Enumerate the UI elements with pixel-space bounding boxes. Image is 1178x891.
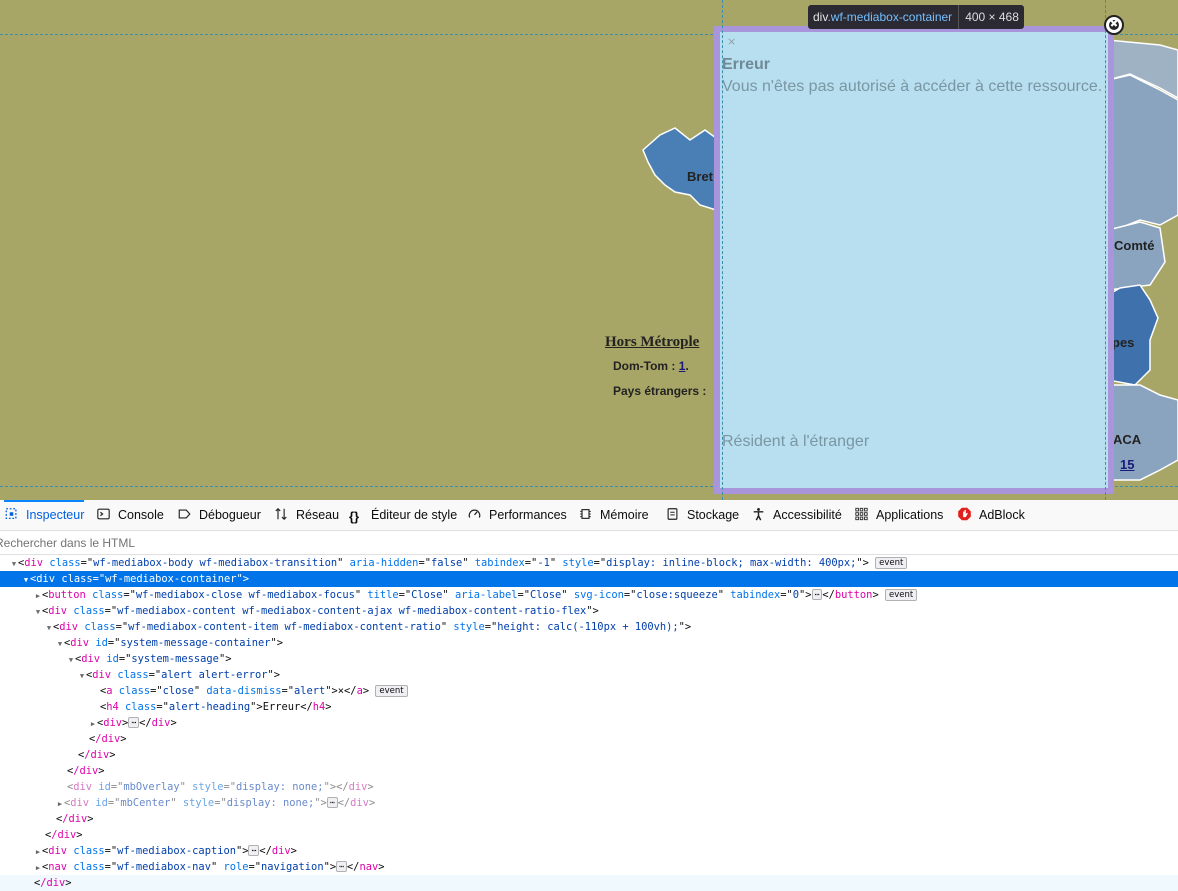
markup-search-row	[0, 531, 1178, 555]
map-label-franche-comte: Comté	[1114, 238, 1155, 253]
debugger-icon	[178, 509, 191, 519]
expand-toggle-icon[interactable]: ▼	[56, 636, 64, 652]
mediabox-close-button[interactable]: ✖	[1104, 15, 1124, 35]
tree-node-mediabox-body[interactable]: ▼ <div class="wf-mediabox-body wf-mediabo…	[0, 555, 1178, 571]
network-icon	[275, 507, 287, 521]
tab-debogueur[interactable]: Débogueur	[177, 500, 261, 531]
tab-adblock[interactable]: AdBlock	[957, 500, 1025, 531]
tree-node-close-tag[interactable]: </div>	[0, 763, 1178, 779]
collapsed-children[interactable]: ⋯	[128, 717, 140, 728]
dom-tom-row: Dom-Tom : 1.	[613, 359, 689, 373]
tab-editeur-de-style[interactable]: {} Éditeur de style	[349, 500, 457, 531]
search-html-input[interactable]	[0, 531, 600, 554]
tree-node-mediabox-content[interactable]: ▼ <div class="wf-mediabox-content wf-medi…	[0, 603, 1178, 619]
style-editor-icon: {}	[349, 509, 360, 524]
map-region-east-1	[1107, 74, 1178, 231]
markup-tree: ▼ <div class="wf-mediabox-body wf-mediabo…	[0, 555, 1178, 891]
alert-message: Vous n'êtes pas autorisé à accéder à cet…	[722, 78, 1103, 95]
infobar-dimensions: 400 × 468	[965, 10, 1019, 24]
map-label-paca: ACA	[1113, 432, 1142, 447]
map-count-paca[interactable]: 15	[1120, 457, 1134, 472]
tree-node-close-tag[interactable]: </div>	[0, 731, 1178, 747]
memory-icon	[580, 509, 591, 519]
inspector-icon	[5, 508, 17, 520]
console-icon	[97, 508, 110, 520]
expand-toggle-icon[interactable]: ▶	[89, 716, 97, 732]
tab-console[interactable]: Console	[96, 500, 164, 531]
expand-toggle-icon[interactable]: ▼	[45, 620, 53, 636]
tree-node-close-tag[interactable]: </div>	[0, 747, 1178, 763]
expand-toggle-icon[interactable]: ▼	[22, 572, 30, 588]
highlighter-guide-right	[1105, 0, 1106, 500]
highlighter-guide-left	[722, 0, 723, 500]
alert-heading: Erreur	[722, 56, 771, 73]
tree-node-system-message[interactable]: ▼ <div id="system-message">	[0, 651, 1178, 667]
mediabox-caption: Résident à l'étranger	[722, 433, 870, 450]
expand-toggle-icon[interactable]: ▼	[67, 652, 75, 668]
hors-metropole-heading: Hors Métrople	[605, 334, 700, 350]
map-region-east-2	[1107, 221, 1166, 291]
tree-node-mboverlay[interactable]: <div id="mbOverlay" style="display: none…	[0, 779, 1178, 795]
tab-inspecteur[interactable]: Inspecteur	[4, 500, 85, 531]
tab-performances[interactable]: Performances	[467, 500, 567, 531]
expand-toggle-icon[interactable]: ▶	[34, 588, 42, 604]
tab-stockage[interactable]: Stockage	[665, 500, 739, 531]
expand-toggle-icon[interactable]: ▼	[78, 668, 86, 684]
close-icon: ✖	[1109, 19, 1119, 30]
applications-icon	[855, 507, 868, 521]
tab-reseau[interactable]: Réseau	[274, 500, 339, 531]
alert-close-link[interactable]: ×	[727, 36, 736, 47]
highlighter-infobar: div.wf-mediabox-container 400 × 468	[808, 5, 1024, 29]
map-label-bretagne: Bret	[687, 169, 714, 184]
mediabox-container: × Erreur Vous n'êtes pas autorisé à accé…	[714, 26, 1114, 494]
tree-node-alert-error[interactable]: ▼ <div class="alert alert-error">	[0, 667, 1178, 683]
tree-node-mediabox-nav[interactable]: ▶ <nav class="wf-mediabox-nav" role="navi…	[0, 859, 1178, 875]
tree-node-mediabox-caption[interactable]: ▶ <div class="wf-mediabox-caption"> ⋯ </div…	[0, 843, 1178, 859]
page-viewport: Bret Comté pes ACA 15 Hors Métrople Dom-…	[0, 0, 1178, 500]
expand-toggle-icon[interactable]: ▶	[34, 860, 42, 876]
expand-toggle-icon[interactable]: ▶	[34, 844, 42, 860]
performance-icon	[468, 509, 481, 518]
dom-tom-label: Dom-Tom :	[613, 359, 676, 373]
tree-node-close-tag[interactable]: </div>	[0, 827, 1178, 843]
tree-node-alert-body[interactable]: ▶ <div> ⋯ </div>	[0, 715, 1178, 731]
tab-applications[interactable]: Applications	[854, 500, 943, 531]
expand-toggle-icon[interactable]: ▶	[56, 796, 64, 812]
collapsed-children[interactable]: ⋯	[336, 861, 347, 872]
event-badge[interactable]: event	[875, 557, 908, 569]
expand-toggle-icon[interactable]: ▼	[10, 556, 18, 572]
pays-etrangers-label: Pays étrangers :	[613, 384, 707, 398]
tree-node-content-item[interactable]: ▼ <div class="wf-mediabox-content-item wf…	[0, 619, 1178, 635]
collapsed-children[interactable]: ⋯	[248, 845, 260, 856]
expand-toggle-icon[interactable]: ▼	[34, 604, 42, 620]
tree-node-alert-heading[interactable]: <h4 class="alert-heading">Erreur</h4>	[0, 699, 1178, 715]
event-badge[interactable]: event	[884, 589, 918, 601]
tree-node-mediabox-container[interactable]: ▼ <div class="wf-mediabox-container">	[0, 571, 1178, 587]
tab-memoire[interactable]: Mémoire	[578, 500, 649, 531]
storage-icon	[667, 508, 678, 520]
collapsed-children[interactable]: ⋯	[326, 797, 338, 808]
adblock-icon	[958, 507, 971, 521]
tree-node-system-message-container[interactable]: ▼ <div id="system-message-container">	[0, 635, 1178, 651]
tree-node-close-tag[interactable]: </div>	[0, 811, 1178, 827]
map-label-alpes: pes	[1112, 335, 1135, 350]
accessibility-icon	[753, 508, 764, 521]
tree-node-mbcenter[interactable]: ▶ <div id="mbCenter" style="display: none…	[0, 795, 1178, 811]
tree-node-close-button[interactable]: ▶ <button class="wf-mediabox-close wf-med…	[0, 587, 1178, 603]
collapsed-children[interactable]: ⋯	[811, 589, 823, 600]
devtools-toolbar: Inspecteur Console Débogueur Réseau {} Éd…	[0, 500, 1178, 531]
tree-node-alert-close[interactable]: <a class="close" data-dismiss="alert">×<…	[0, 683, 1178, 699]
infobar-class: .wf-mediabox-container	[827, 10, 953, 24]
infobar-tag: div	[813, 10, 828, 24]
dom-tom-suffix: .	[685, 359, 689, 373]
tab-accessibilite[interactable]: Accessibilité	[751, 500, 842, 531]
event-badge[interactable]: event	[375, 685, 408, 697]
